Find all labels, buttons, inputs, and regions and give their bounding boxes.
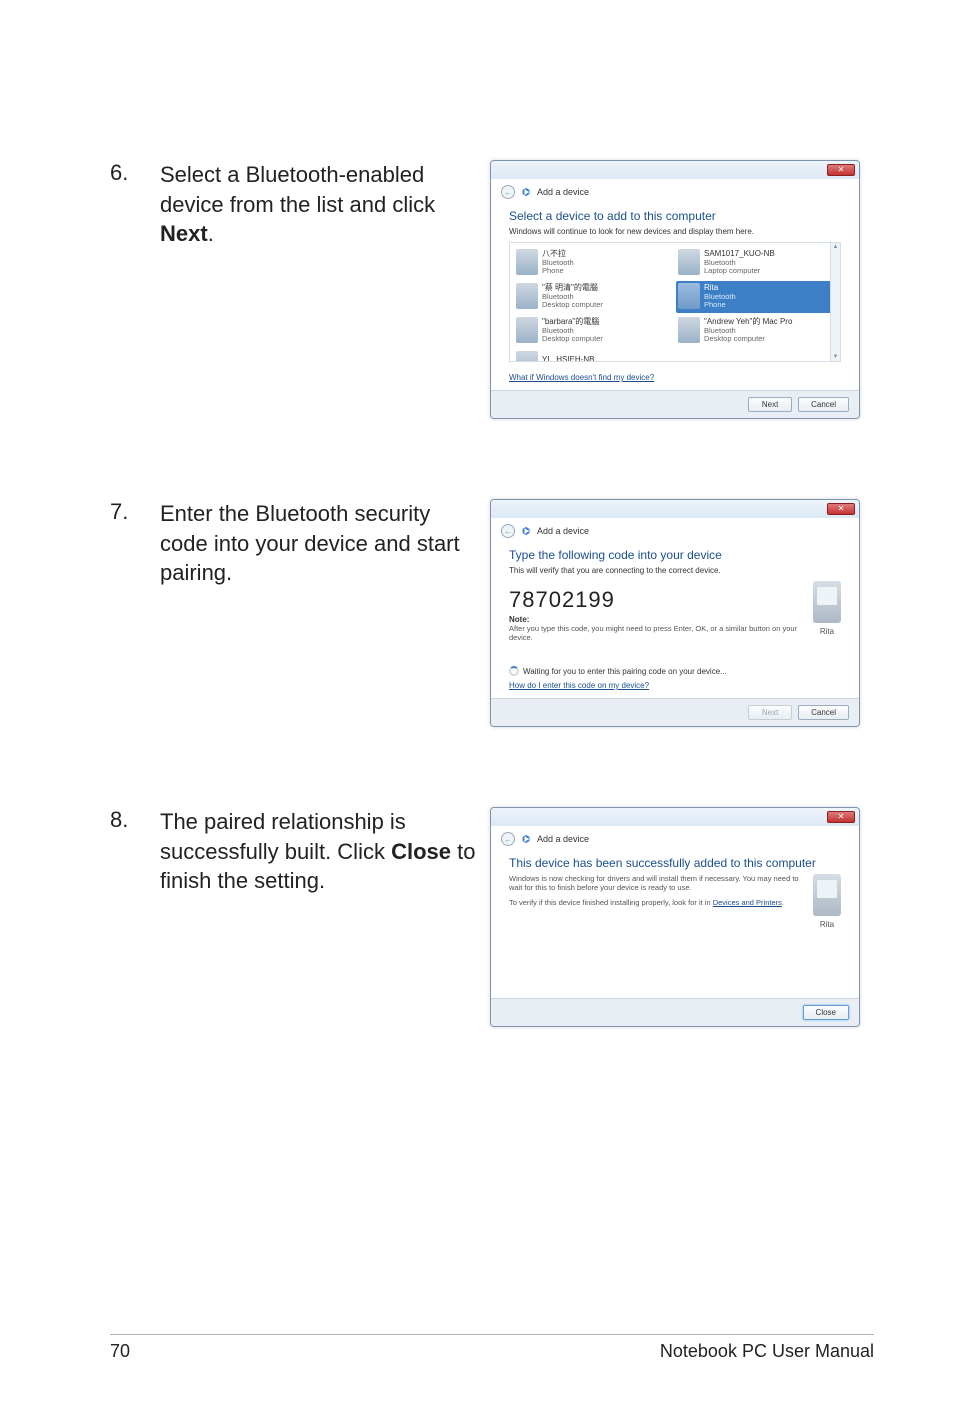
device-kind: Phone: [542, 267, 574, 275]
device-icon: [516, 351, 538, 362]
step-7-text: Enter the Bluetooth security code into y…: [160, 499, 490, 727]
dialog-pairing-code: ✕ ← ⌬ Add a device Type the following co…: [490, 499, 860, 727]
step-8-text-a: The paired relationship is successfully …: [160, 809, 406, 864]
device-item[interactable]: YL_HSIEH-NB Bluetooth: [514, 349, 674, 362]
device-item[interactable]: 八不拉 Bluetooth Phone: [514, 247, 674, 279]
close-icon[interactable]: ✕: [827, 811, 855, 823]
device-icon: [516, 283, 538, 309]
manual-title: Notebook PC User Manual: [660, 1341, 874, 1362]
scrollbar[interactable]: [830, 243, 840, 361]
device-kind: Laptop computer: [704, 267, 775, 275]
page-number: 70: [110, 1341, 130, 1362]
close-button[interactable]: Close: [803, 1005, 849, 1020]
dialog-heading: This device has been successfully added …: [509, 856, 841, 870]
target-device: Rita: [813, 874, 841, 929]
note-label: Note:: [509, 615, 803, 624]
step-6-text-next: Next: [160, 221, 208, 246]
device-item[interactable]: SAM1017_KUO-NB Bluetooth Laptop computer: [676, 247, 836, 279]
device-list[interactable]: 八不拉 Bluetooth Phone SAM1017_KUO-NB Bluet…: [509, 242, 841, 362]
device-kind: Desktop computer: [542, 301, 603, 309]
pairing-code: 78702199: [509, 587, 803, 613]
dialog-title: Add a device: [537, 187, 589, 197]
bluetooth-icon: ⌬: [521, 187, 531, 197]
step-6-text-c: .: [208, 221, 214, 246]
bluetooth-icon: ⌬: [521, 834, 531, 844]
dialog-title: Add a device: [537, 526, 589, 536]
dialog-subtext: Windows will continue to look for new de…: [509, 227, 841, 236]
dialog-title: Add a device: [537, 834, 589, 844]
target-device-name: Rita: [820, 627, 834, 636]
devices-and-printers-link[interactable]: Devices and Printers: [713, 898, 782, 907]
device-icon: [678, 249, 700, 275]
page-footer: 70 Notebook PC User Manual: [110, 1334, 874, 1362]
waiting-text: Waiting for you to enter this pairing co…: [523, 667, 727, 676]
device-icon: [678, 317, 700, 343]
step-7: 7. Enter the Bluetooth security code int…: [110, 499, 874, 727]
cancel-button[interactable]: Cancel: [798, 397, 849, 412]
step-6-text: Select a Bluetooth-enabled device from t…: [160, 160, 490, 419]
device-name: YL_HSIEH-NB: [542, 356, 594, 362]
dialog-header: ← ⌬ Add a device: [491, 179, 859, 201]
titlebar: ✕: [491, 808, 859, 826]
step-6-number: 6.: [110, 160, 160, 419]
device-icon: [516, 249, 538, 275]
target-device: Rita: [813, 581, 841, 636]
phone-icon: [813, 581, 841, 623]
target-device-name: Rita: [820, 920, 834, 929]
dialog-subtext: This will verify that you are connecting…: [509, 566, 841, 575]
cancel-button[interactable]: Cancel: [798, 705, 849, 720]
titlebar: ✕: [491, 500, 859, 518]
help-link[interactable]: How do I enter this code on my device?: [509, 681, 649, 690]
close-icon[interactable]: ✕: [827, 164, 855, 176]
close-icon[interactable]: ✕: [827, 503, 855, 515]
step-8-text-close: Close: [391, 839, 451, 864]
step-8-text: The paired relationship is successfully …: [160, 807, 490, 1027]
device-kind: Phone: [704, 301, 736, 309]
success-body-2: To verify if this device finished instal…: [509, 898, 799, 907]
help-link[interactable]: What if Windows doesn't find my device?: [509, 373, 654, 382]
next-button[interactable]: Next: [748, 397, 792, 412]
titlebar: ✕: [491, 161, 859, 179]
bluetooth-icon: ⌬: [521, 526, 531, 536]
dialog-heading: Select a device to add to this computer: [509, 209, 841, 223]
device-item[interactable]: "Andrew Yeh"的 Mac Pro Bluetooth Desktop …: [676, 315, 836, 347]
dialog-header: ← ⌬ Add a device: [491, 518, 859, 540]
device-icon: [678, 283, 700, 309]
step-7-number: 7.: [110, 499, 160, 727]
note-text: After you type this code, you might need…: [509, 624, 803, 642]
device-kind: Desktop computer: [542, 335, 603, 343]
back-icon[interactable]: ←: [501, 524, 515, 538]
step-6: 6. Select a Bluetooth-enabled device fro…: [110, 160, 874, 419]
dialog-header: ← ⌬ Add a device: [491, 826, 859, 848]
success-body-2c: .: [782, 898, 784, 907]
dialog-heading: Type the following code into your device: [509, 548, 841, 562]
phone-icon: [813, 874, 841, 916]
step-8-number: 8.: [110, 807, 160, 1027]
step-8: 8. The paired relationship is successful…: [110, 807, 874, 1027]
dialog-success: ✕ ← ⌬ Add a device This device has been …: [490, 807, 860, 1027]
device-item[interactable]: "蔡 明清"的電腦 Bluetooth Desktop computer: [514, 281, 674, 313]
device-icon: [516, 317, 538, 343]
back-icon[interactable]: ←: [501, 185, 515, 199]
waiting-status: Waiting for you to enter this pairing co…: [509, 666, 841, 676]
device-item-selected[interactable]: Rita Bluetooth Phone: [676, 281, 836, 313]
success-body-2a: To verify if this device finished instal…: [509, 898, 713, 907]
step-6-text-a: Select a Bluetooth-enabled device from t…: [160, 162, 435, 217]
success-body-1: Windows is now checking for drivers and …: [509, 874, 799, 892]
device-item[interactable]: "barbara"的電腦 Bluetooth Desktop computer: [514, 315, 674, 347]
next-button: Next: [748, 705, 792, 720]
dialog-select-device: ✕ ← ⌬ Add a device Select a device to ad…: [490, 160, 860, 419]
back-icon: ←: [501, 832, 515, 846]
device-kind: Desktop computer: [704, 335, 792, 343]
spinner-icon: [509, 666, 519, 676]
